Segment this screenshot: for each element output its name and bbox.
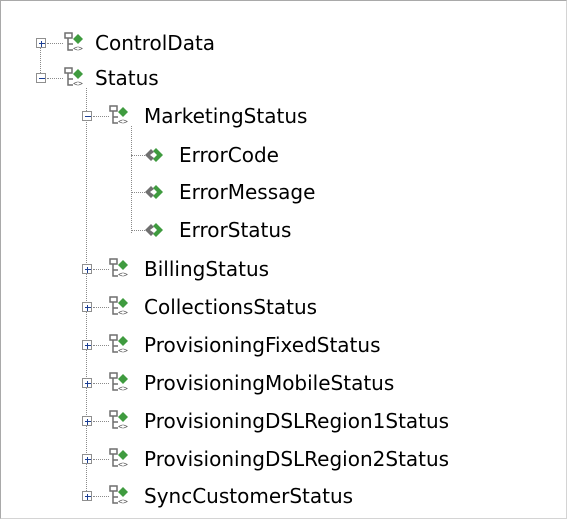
tree-node-label: ControlData <box>95 31 216 55</box>
structure-icon: <> <box>109 372 128 393</box>
svg-text:<>: <> <box>118 497 128 506</box>
svg-text:<>: <> <box>118 384 128 393</box>
svg-text:<>: <> <box>118 308 128 317</box>
tree-node-provisioningmobilestatus[interactable]: <> ProvisioningMobileStatus <box>80 364 550 402</box>
structure-icon: <> <box>109 448 128 469</box>
svg-text:<>: <> <box>118 346 128 355</box>
tree-node-provisioningdslregion1status[interactable]: <> ProvisioningDSLRegion1Status <box>80 402 550 440</box>
structure-icon: <> <box>109 258 128 279</box>
tree-connector <box>93 116 109 117</box>
svg-text:<>: <> <box>118 270 128 279</box>
tree-connector <box>93 383 109 384</box>
tree-connector <box>93 307 109 308</box>
tree-node-marketingstatus[interactable]: <> MarketingStatus <box>80 97 550 135</box>
expand-icon[interactable] <box>82 340 92 350</box>
tree-node-errorstatus[interactable]: ErrorStatus <box>131 211 551 249</box>
tree-node-label: BillingStatus <box>144 257 270 281</box>
structure-icon: <> <box>109 485 128 506</box>
tree-connector <box>93 459 109 460</box>
tree-connector <box>47 43 63 44</box>
structure-icon: <> <box>109 105 128 126</box>
collapse-icon[interactable] <box>36 73 46 83</box>
structure-icon: <> <box>64 67 83 88</box>
svg-text:<>: <> <box>118 460 128 469</box>
expand-icon[interactable] <box>82 378 92 388</box>
structure-icon: <> <box>64 32 83 53</box>
expand-icon[interactable] <box>82 416 92 426</box>
tree-node-controldata[interactable]: <> ControlData <box>34 24 554 62</box>
element-icon <box>145 148 163 162</box>
tree-node-label: ErrorCode <box>179 143 279 167</box>
tree-node-errorcode[interactable]: ErrorCode <box>131 136 551 174</box>
tree-node-synccustomerstatus[interactable]: <> SyncCustomerStatus <box>80 477 550 515</box>
svg-text:<>: <> <box>73 44 83 53</box>
svg-text:<>: <> <box>73 79 83 88</box>
svg-text:<>: <> <box>118 117 128 126</box>
structure-icon: <> <box>109 410 128 431</box>
tree-node-collectionsstatus[interactable]: <> CollectionsStatus <box>80 288 550 326</box>
tree-node-label: ProvisioningFixedStatus <box>144 333 381 357</box>
tree-connector <box>47 78 63 79</box>
element-icon <box>145 223 163 237</box>
collapse-icon[interactable] <box>82 111 92 121</box>
tree-node-status[interactable]: <> Status <box>34 59 554 97</box>
tree-node-provisioningfixedstatus[interactable]: <> ProvisioningFixedStatus <box>80 326 550 364</box>
tree-view: <> ControlData <> Status <> MarketingSta… <box>0 0 567 519</box>
expand-icon[interactable] <box>36 38 46 48</box>
tree-node-label: Status <box>95 66 159 90</box>
expand-icon[interactable] <box>82 491 92 501</box>
tree-node-label: ProvisioningDSLRegion1Status <box>144 409 450 433</box>
structure-icon: <> <box>109 296 128 317</box>
tree-node-label: CollectionsStatus <box>144 295 318 319</box>
tree-node-label: ProvisioningDSLRegion2Status <box>144 447 450 471</box>
tree-node-label: ErrorMessage <box>179 180 316 204</box>
tree-node-provisioningdslregion2status[interactable]: <> ProvisioningDSLRegion2Status <box>80 440 550 478</box>
tree-connector <box>93 421 109 422</box>
structure-icon: <> <box>109 334 128 355</box>
tree-node-billingstatus[interactable]: <> BillingStatus <box>80 250 550 288</box>
svg-text:<>: <> <box>118 422 128 431</box>
element-icon <box>145 185 163 199</box>
tree-node-label: SyncCustomerStatus <box>144 484 354 508</box>
expand-icon[interactable] <box>82 264 92 274</box>
expand-icon[interactable] <box>82 454 92 464</box>
expand-icon[interactable] <box>82 302 92 312</box>
tree-node-label: MarketingStatus <box>144 104 308 128</box>
tree-node-label: ErrorStatus <box>179 218 292 242</box>
tree-connector <box>93 345 109 346</box>
tree-connector <box>93 269 109 270</box>
tree-node-label: ProvisioningMobileStatus <box>144 371 395 395</box>
tree-connector <box>93 496 109 497</box>
tree-node-errormessage[interactable]: ErrorMessage <box>131 173 551 211</box>
